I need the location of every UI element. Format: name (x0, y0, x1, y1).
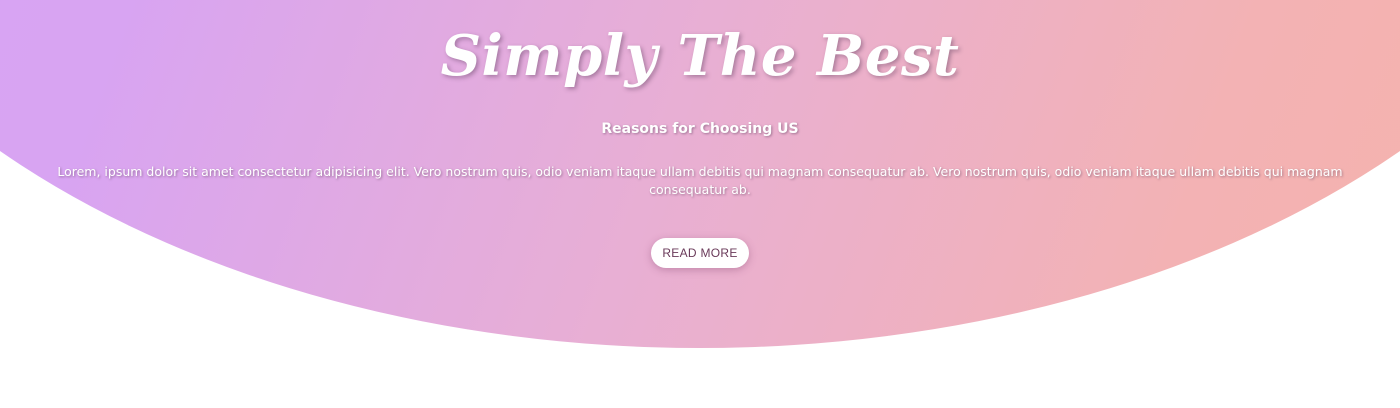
hero-description: Lorem, ipsum dolor sit amet consectetur … (57, 164, 1343, 197)
hero-content: Simply The Best Reasons for Choosing US … (0, 0, 1400, 408)
hero-subtitle: Reasons for Choosing US (601, 121, 799, 137)
read-more-button[interactable]: READ MORE (651, 238, 749, 268)
hero-title: Simply The Best (440, 23, 960, 89)
hero-section: Simply The Best Reasons for Choosing US … (0, 0, 1400, 408)
